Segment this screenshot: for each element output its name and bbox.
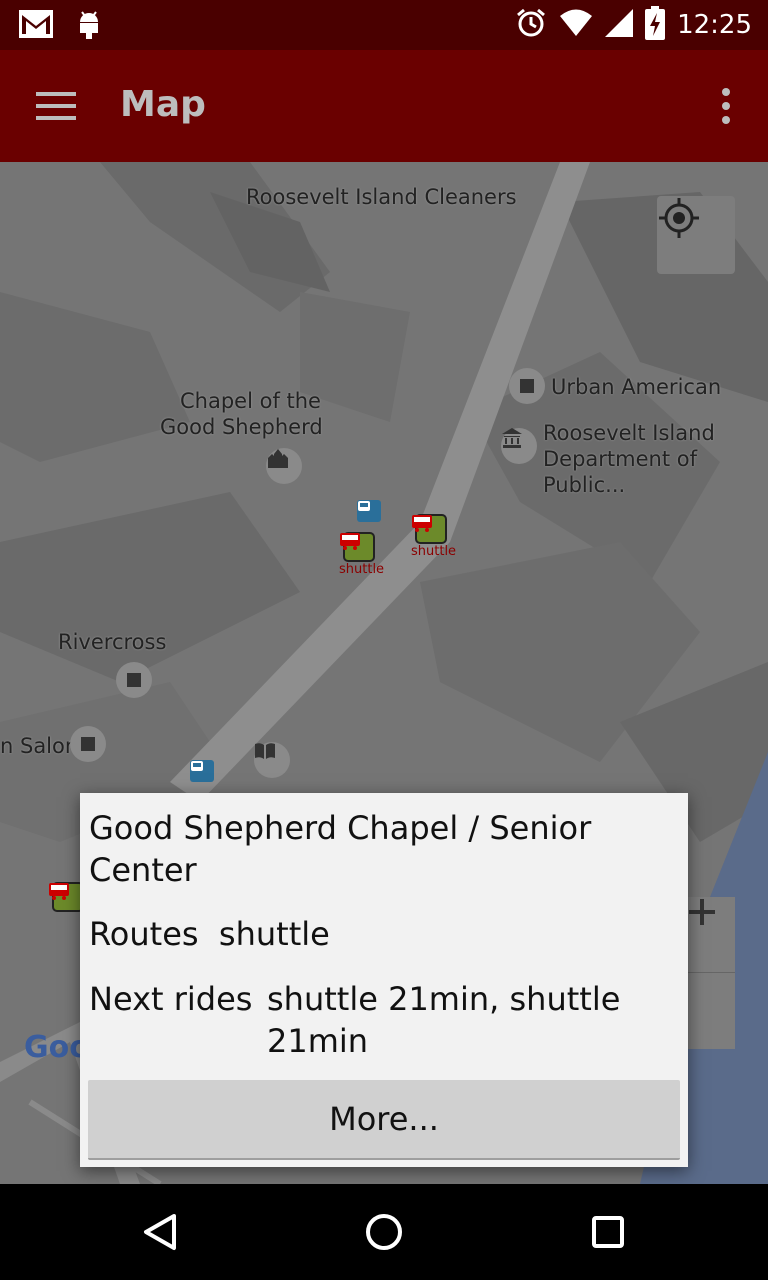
status-time: 12:25 [677,10,752,40]
routes-value: shuttle [218,915,330,953]
my-location-button[interactable] [657,196,735,274]
next-rides-label: Next rides [89,980,253,1018]
zoom-controls [687,897,735,1049]
shuttle-stop-marker[interactable]: shuttle [411,514,457,559]
place-of-worship-icon [268,449,288,468]
shuttle-marker-label: shuttle [411,544,457,559]
stop-name: Good Shepherd Chapel / Senior Center [89,809,592,889]
next-rides-value: shuttle 21min, shuttle 21min [267,980,621,1060]
shuttle-bus-icon [340,532,375,562]
shuttle-marker-label: shuttle [339,562,385,577]
recents-icon[interactable] [586,1210,630,1254]
home-icon[interactable] [362,1210,406,1254]
back-icon[interactable] [138,1210,182,1254]
hamburger-menu-icon[interactable] [36,92,76,120]
book-icon [255,743,275,759]
rivercross-poi[interactable] [116,662,152,698]
map-label-chapel-line2: Good Shepherd [160,415,323,439]
overflow-menu-icon[interactable] [722,88,732,124]
signal-icon [605,9,634,41]
map-label-salon: n Salon [0,734,79,758]
battery-charging-icon [645,6,666,44]
navigation-bar [0,1184,768,1280]
page-title: Map [120,84,206,125]
wifi-icon [559,9,593,41]
android-icon [76,8,102,44]
routes-label: Routes [89,915,199,953]
zoom-out-button[interactable] [687,910,735,1049]
map-label-chapel: Chapel of the [180,389,321,413]
more-button[interactable]: More... [88,1080,680,1160]
salon-poi[interactable] [70,726,106,762]
minus-icon [689,910,715,914]
map-label-urban: Urban American [551,375,722,399]
bus-stop-icon[interactable] [190,760,214,782]
app-bar: Map [0,50,768,162]
map-label-rivercross: Rivercross [58,630,167,654]
stop-info-dialog: Good Shepherd Chapel / Senior Center Rou… [80,793,688,1167]
routes-row: Routes shuttle [89,913,330,955]
shuttle-bus-icon [412,514,447,544]
map-label-dept-line1: Roosevelt Island [543,421,715,445]
government-building-icon [502,428,522,448]
crosshair-icon [659,198,699,238]
dept-public-poi[interactable] [501,428,537,464]
alarm-icon [515,7,547,43]
shuttle-stop-marker[interactable]: shuttle [339,532,385,577]
chapel-poi[interactable] [266,448,302,484]
next-rides-row: Next rides shuttle 21min, shuttle 21min [89,978,679,1062]
map-label-cleaners: Roosevelt Island Cleaners [246,185,517,209]
urban-american-poi[interactable] [509,368,545,404]
status-bar: 12:25 [0,0,768,50]
gmail-icon [18,9,54,43]
library-poi[interactable] [254,742,290,778]
bus-stop-icon[interactable] [357,500,381,522]
map-label-dept-line2: Department of Public... [543,447,697,497]
